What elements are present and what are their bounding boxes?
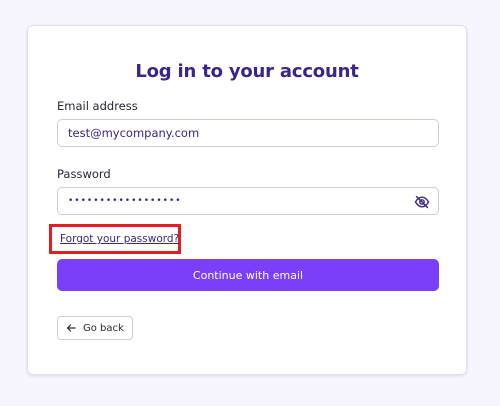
password-field[interactable] — [57, 187, 439, 215]
page-title: Log in to your account — [135, 61, 359, 82]
forgot-password-link[interactable]: Forgot your password? — [60, 233, 179, 245]
continue-with-email-button[interactable]: Continue with email — [57, 259, 439, 291]
login-card: Log in to your account Email address Pas… — [27, 25, 467, 375]
email-field[interactable] — [57, 119, 439, 147]
eye-off-icon[interactable] — [414, 194, 430, 209]
go-back-button[interactable]: Go back — [57, 316, 133, 340]
email-label: Email address — [57, 99, 138, 113]
arrow-left-icon — [66, 323, 76, 333]
go-back-label: Go back — [83, 322, 124, 334]
password-label: Password — [57, 167, 111, 181]
